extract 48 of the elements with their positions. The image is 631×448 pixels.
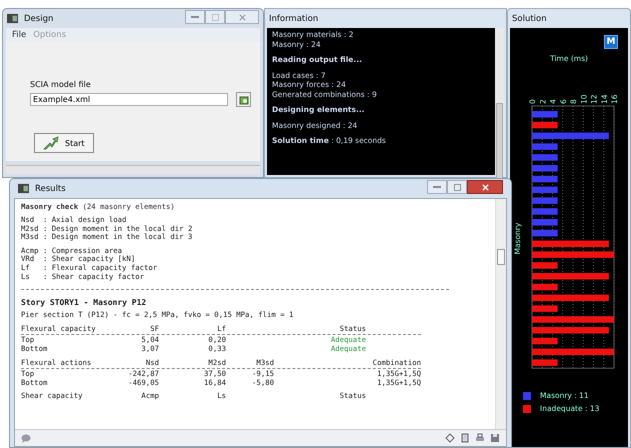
- start-button[interactable]: Start: [34, 133, 94, 153]
- bar: [532, 176, 558, 182]
- bar: [532, 305, 558, 312]
- bar: [532, 359, 558, 366]
- bar: [532, 230, 558, 236]
- maximize-icon: [454, 184, 460, 190]
- mode-button[interactable]: M: [604, 35, 618, 49]
- speech-bubble-icon[interactable]: [21, 434, 31, 442]
- folder-icon: [238, 94, 248, 104]
- bar: [532, 154, 558, 161]
- arrow-icon: [43, 136, 59, 150]
- scrollbar[interactable]: [495, 199, 506, 429]
- menu-item[interactable]: File: [12, 30, 26, 40]
- browse-button[interactable]: [236, 92, 251, 107]
- bar: [532, 338, 558, 344]
- scrollbar[interactable]: [495, 28, 504, 175]
- close-button[interactable]: [467, 180, 503, 194]
- maximize-button[interactable]: [205, 10, 225, 24]
- page-icon[interactable]: [460, 433, 470, 443]
- panel-title: Solution: [511, 13, 548, 26]
- file-input[interactable]: Example4.xml: [30, 93, 228, 106]
- bar: [532, 219, 558, 226]
- maximize-icon: [212, 14, 218, 20]
- bar: [532, 262, 558, 269]
- app-icon: [18, 183, 29, 194]
- maximize-button[interactable]: [447, 180, 467, 194]
- field-label: SCIA model file: [30, 80, 91, 89]
- print-icon[interactable]: [475, 433, 485, 443]
- bar: [532, 284, 558, 290]
- story-heading: Story STORY1 - Masonry P12: [21, 298, 146, 308]
- panel-title: Information: [268, 13, 320, 26]
- bar: [532, 122, 558, 128]
- window-title: Results: [35, 184, 67, 194]
- app-icon: [7, 13, 18, 24]
- bar: [532, 197, 558, 204]
- minimize-button[interactable]: [427, 180, 447, 194]
- minimize-icon: [191, 15, 199, 19]
- bar: [532, 186, 558, 194]
- save-icon[interactable]: [490, 433, 500, 443]
- bar: [532, 208, 558, 215]
- close-icon: [238, 14, 246, 20]
- minimize-button[interactable]: [185, 10, 205, 24]
- bar: [532, 143, 558, 150]
- window-title: Design: [24, 14, 54, 24]
- bar: [532, 111, 558, 118]
- close-icon: [482, 184, 488, 190]
- bar: [532, 165, 558, 172]
- minimize-icon: [433, 185, 441, 189]
